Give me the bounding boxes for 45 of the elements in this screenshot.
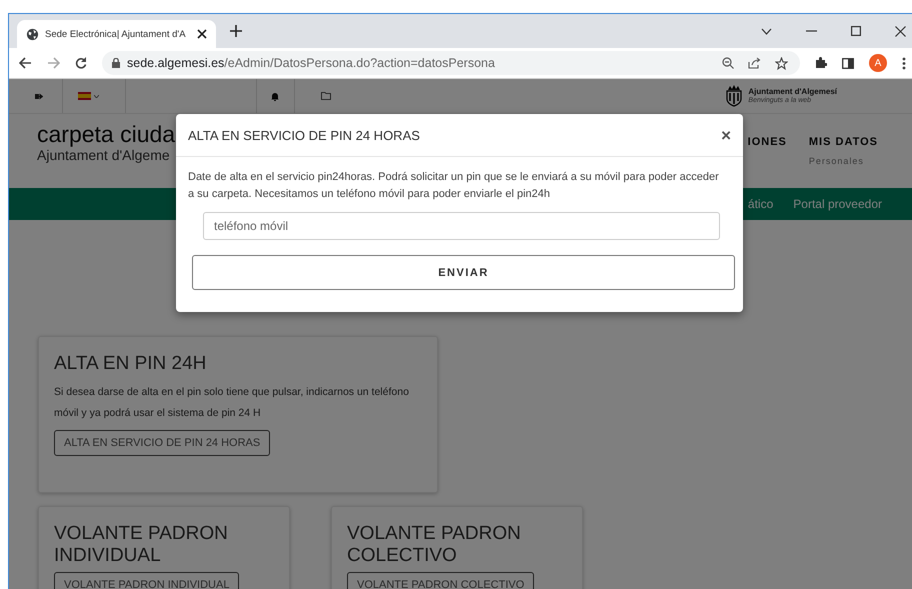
address-bar[interactable]: sede.algemesi.es/eAdmin/DatosPersona.do?action=datosPersona bbox=[102, 51, 800, 75]
star-icon[interactable] bbox=[775, 56, 788, 70]
back-icon[interactable] bbox=[19, 57, 32, 69]
url-text: sede.algemesi.es/eAdmin/DatosPersona.do?action=datosPersona bbox=[127, 56, 495, 70]
logo-title: Ajuntament d'Algemesí bbox=[748, 88, 837, 96]
page-subtitle: Ajuntament d'Algeme bbox=[37, 147, 171, 164]
nav-link[interactable]: Portal proveedor bbox=[793, 197, 882, 211]
globe-icon bbox=[26, 28, 39, 40]
menu-link[interactable]: IONES bbox=[748, 114, 787, 148]
share-icon[interactable] bbox=[748, 57, 761, 69]
menu-link[interactable]: MIS DATOS Personales bbox=[808, 114, 878, 166]
folder-icon[interactable] bbox=[321, 92, 331, 100]
phone-field[interactable]: teléfono móvil bbox=[203, 212, 720, 240]
zoom-out-icon[interactable] bbox=[722, 57, 734, 69]
card-title: VOLANTE PADRON INDIVIDUAL bbox=[54, 523, 229, 566]
nav-link[interactable]: ático bbox=[748, 197, 774, 211]
browser-tab[interactable]: Sede Electrónica| Ajuntament d'A bbox=[17, 20, 216, 48]
caret-icon[interactable] bbox=[94, 94, 99, 98]
minimize-icon[interactable] bbox=[806, 30, 817, 32]
card-title: VOLANTE PADRON COLECTIVO bbox=[347, 523, 522, 566]
card-button[interactable]: VOLANTE PADRON COLECTIVO bbox=[347, 572, 534, 589]
chevron-down-icon[interactable] bbox=[761, 28, 772, 34]
reload-icon[interactable] bbox=[75, 57, 87, 69]
new-tab-icon[interactable] bbox=[230, 25, 242, 37]
modal-title: ALTA EN SERVICIO DE PIN 24 HORAS bbox=[188, 128, 420, 142]
modal-text: Date de alta en el servicio pin24horas. Podrá solicitar un pin que se le enviará a su móvil para poder acceder a su carpeta. Necesitamos un teléfono móvil para poder enviarle el pin24h bbox=[188, 170, 720, 202]
send-button[interactable]: ENVIAR bbox=[192, 255, 735, 290]
tab-title: Sede Electrónica| Ajuntament d'A bbox=[45, 28, 187, 40]
card-button[interactable]: ALTA EN SERVICIO DE PIN 24 HORAS bbox=[54, 430, 270, 456]
puzzle-icon[interactable] bbox=[815, 57, 827, 69]
crest-icon bbox=[725, 85, 744, 107]
profile-avatar[interactable]: A bbox=[869, 54, 887, 72]
sidebar-icon[interactable] bbox=[842, 58, 854, 68]
lock-icon bbox=[112, 58, 120, 68]
card-title: ALTA EN PIN 24H bbox=[54, 353, 206, 374]
card-button[interactable]: VOLANTE PADRON INDIVIDUAL bbox=[54, 572, 240, 589]
page-title: carpeta ciuda bbox=[37, 122, 176, 148]
close-icon[interactable] bbox=[895, 26, 906, 36]
card-text: Si desea darse de alta en el pin solo tiene que pulsar, indicarnos un teléfono móvil y ya podrá usar el sistema de pin 24 H bbox=[54, 385, 410, 422]
bell-icon[interactable] bbox=[271, 92, 279, 100]
more-icon[interactable] bbox=[902, 56, 906, 70]
logout-icon[interactable] bbox=[35, 92, 43, 100]
close-icon[interactable] bbox=[197, 29, 207, 39]
maximize-icon[interactable] bbox=[851, 26, 861, 36]
close-button[interactable]: × bbox=[721, 126, 731, 144]
